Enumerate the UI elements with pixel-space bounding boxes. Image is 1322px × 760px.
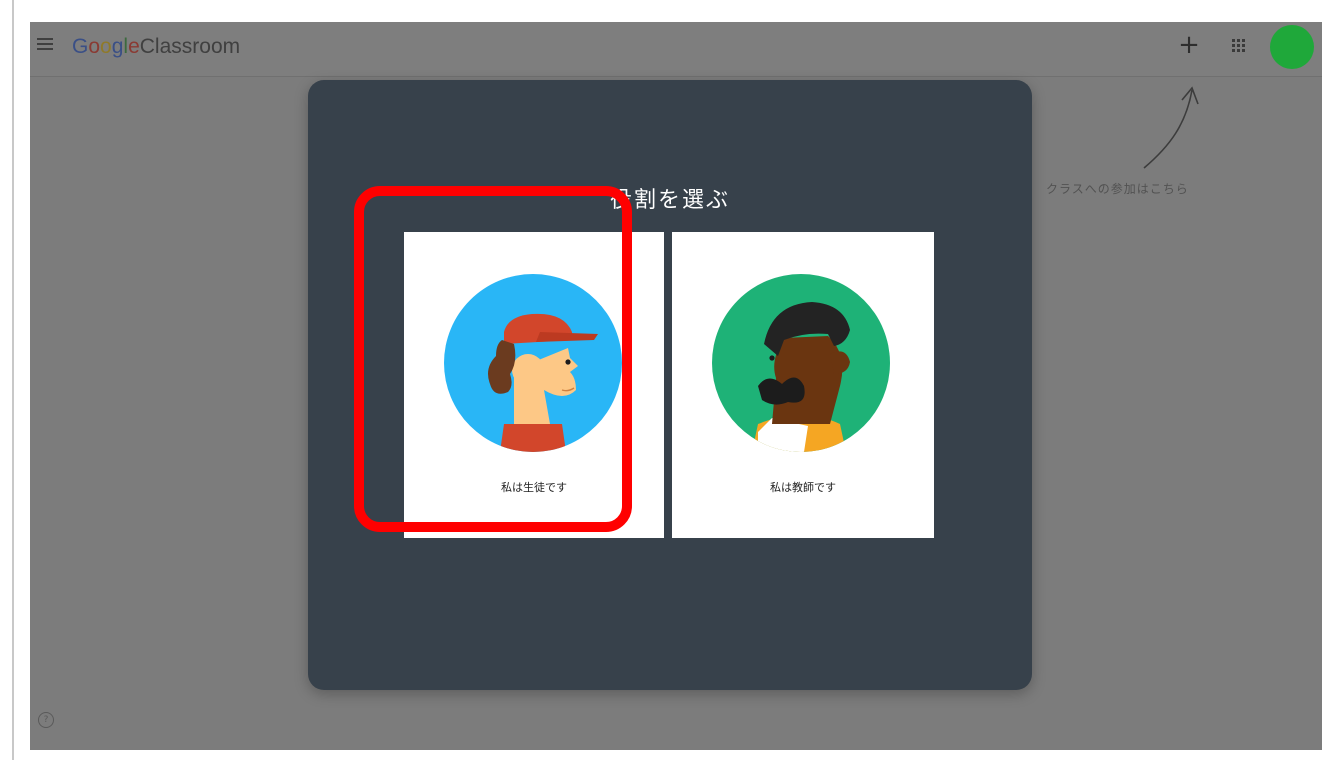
logo-letter: G <box>72 35 89 58</box>
app-bar: GoogleClassroom + <box>30 22 1322 77</box>
page-left-border <box>12 0 14 760</box>
logo-letter: e <box>128 35 140 58</box>
product-name: Classroom <box>139 35 241 58</box>
student-avatar-icon <box>444 274 622 452</box>
join-class-hint: クラスへの参加はこちら <box>1046 182 1189 196</box>
dialog-title: 役割を選ぶ <box>609 188 730 213</box>
help-icon[interactable]: ? <box>38 712 54 728</box>
classroom-screen: GoogleClassroom + クラスへの参加はこちら 役割を選ぶ 私は生徒… <box>30 22 1322 750</box>
account-avatar[interactable] <box>1270 25 1314 69</box>
app-logo[interactable]: GoogleClassroom <box>72 32 240 62</box>
role-label-student: 私は生徒です <box>501 481 567 494</box>
role-label-teacher: 私は教師です <box>770 481 836 494</box>
plus-icon[interactable]: + <box>1176 30 1202 60</box>
role-card-student[interactable]: 私は生徒です <box>404 232 664 538</box>
main-menu-icon[interactable] <box>37 38 53 52</box>
logo-letter: g <box>111 35 124 58</box>
role-card-teacher[interactable]: 私は教師です <box>672 232 934 538</box>
teacher-avatar-icon <box>712 274 890 452</box>
apps-grid-icon[interactable] <box>1232 39 1246 53</box>
logo-letter: o <box>100 35 112 58</box>
logo-letter: o <box>88 35 101 58</box>
role-select-dialog: 役割を選ぶ 私は生徒です 私は教師です <box>308 80 1032 690</box>
